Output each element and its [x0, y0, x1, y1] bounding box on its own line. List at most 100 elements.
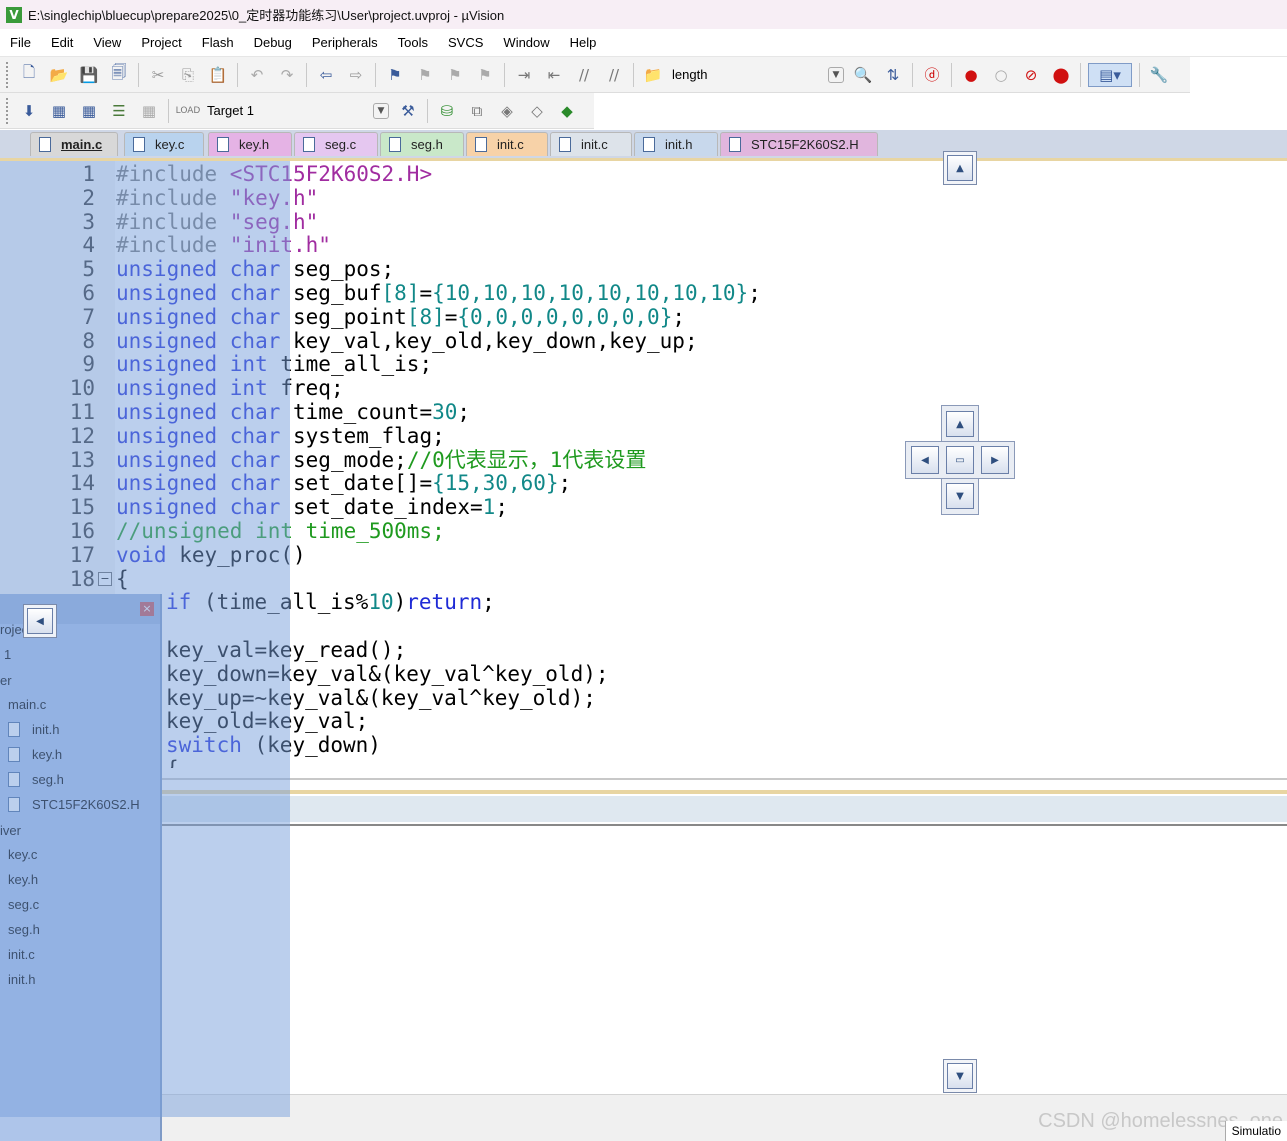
dock-bottom-indicator[interactable]: ▼ — [943, 1059, 977, 1093]
chevron-down-icon[interactable]: ▼ — [828, 66, 844, 83]
stop-build-icon[interactable]: ▦ — [137, 99, 161, 123]
save-icon[interactable]: 💾 — [77, 63, 101, 87]
insert-breakpoint-icon[interactable]: ● — [959, 63, 983, 87]
find-icon[interactable]: 🔍 — [851, 63, 875, 87]
navigate-back-icon[interactable]: ⇦ — [314, 63, 338, 87]
build-icon[interactable]: ▦ — [47, 99, 71, 123]
batch-build-icon[interactable]: ☰ — [107, 99, 131, 123]
select-packs-icon[interactable]: ⧉ — [465, 99, 489, 123]
uvision-app-icon: V — [6, 6, 22, 23]
download-load-icon[interactable]: LOAD — [176, 99, 201, 123]
build-output-area — [160, 828, 1287, 1094]
cut-icon[interactable]: ✂ — [146, 63, 170, 87]
copy-icon[interactable]: ⎘ — [176, 63, 200, 87]
debug-session-icon[interactable]: ⓓ — [920, 63, 944, 87]
editor-tab-bar: main.c key.c key.h seg.c seg.h init.c in… — [0, 130, 1287, 158]
toolbar-separator — [951, 62, 952, 87]
run-time-environment-icon[interactable]: ◆ — [555, 99, 579, 123]
tab-key-h[interactable]: key.h — [208, 132, 292, 156]
menu-window[interactable]: Window — [493, 29, 559, 57]
code-token: set_date_index= — [293, 495, 483, 520]
code-token: seg_point — [293, 304, 407, 329]
code-token: ; — [672, 304, 685, 329]
dock-bottom-icon: ▼ — [947, 1063, 973, 1089]
tab-seg-h[interactable]: seg.h — [380, 132, 464, 156]
find-combo[interactable]: length ▼ — [668, 63, 848, 86]
splitter-bar[interactable] — [160, 796, 1287, 822]
tab-init-c[interactable]: init.c — [466, 132, 548, 156]
prev-bookmark-icon[interactable]: ⚑ — [413, 63, 437, 87]
code-token: return — [406, 590, 483, 615]
code-token: ; — [482, 590, 495, 615]
code-token: ; — [558, 471, 572, 496]
configure-icon[interactable]: 🔧 — [1147, 63, 1171, 87]
redo-icon[interactable]: ↷ — [275, 63, 299, 87]
toolbar-grip[interactable] — [6, 97, 10, 124]
clear-bookmarks-icon[interactable]: ⚑ — [473, 63, 497, 87]
find-in-files-icon[interactable]: 📁 — [641, 63, 665, 87]
code-token: time_count= — [293, 400, 433, 424]
window-layout-icon[interactable]: ▤▾ — [1088, 62, 1132, 87]
unindent-icon[interactable]: ⇤ — [542, 63, 566, 87]
chevron-down-icon[interactable]: ▼ — [373, 102, 389, 119]
dock-center-left-icon[interactable]: ◀ — [911, 446, 939, 474]
tab-key-c[interactable]: key.c — [124, 132, 204, 156]
tab-init-h[interactable]: init.h — [634, 132, 718, 156]
dock-preview-highlight — [0, 161, 290, 1117]
disable-breakpoints-icon[interactable]: ⊘ — [1019, 63, 1043, 87]
dock-center-bottom-icon[interactable]: ▼ — [946, 483, 974, 509]
menu-flash[interactable]: Flash — [192, 29, 244, 57]
dock-top-indicator[interactable]: ▲ — [943, 151, 977, 185]
target-options-icon[interactable]: ⚒ — [396, 99, 420, 123]
dock-left-indicator[interactable]: ◀ — [23, 604, 57, 638]
indent-icon[interactable]: ⇥ — [512, 63, 536, 87]
paste-icon[interactable]: 📋 — [206, 63, 230, 87]
uncomment-icon[interactable]: // — [602, 63, 626, 87]
menu-edit[interactable]: Edit — [41, 29, 83, 57]
navigate-forward-icon[interactable]: ⇨ — [344, 63, 368, 87]
open-file-icon[interactable]: 📂 — [47, 63, 71, 87]
toolbar-separator — [1139, 62, 1140, 87]
bookmark-icon[interactable]: ⚑ — [383, 63, 407, 87]
rebuild-icon[interactable]: ▦ — [77, 99, 101, 123]
target-select[interactable]: Target 1 ▼ — [203, 99, 393, 122]
next-bookmark-icon[interactable]: ⚑ — [443, 63, 467, 87]
menu-debug[interactable]: Debug — [244, 29, 302, 57]
tab-label: main.c — [61, 137, 103, 152]
kill-breakpoints-icon[interactable]: ⬤ — [1049, 63, 1073, 87]
tab-init-c-2[interactable]: init.c — [550, 132, 632, 156]
menu-peripherals[interactable]: Peripherals — [302, 29, 388, 57]
status-simulation: Simulatio — [1224, 1121, 1287, 1141]
menu-file[interactable]: File — [0, 29, 41, 57]
save-all-icon[interactable]: 🗐 — [107, 63, 131, 87]
menu-view[interactable]: View — [83, 29, 131, 57]
window-title: E:\singlechip\bluecup\prepare2025\0_定时器功… — [28, 8, 505, 23]
toolbar-separator — [504, 62, 505, 87]
manage-project-items-icon[interactable]: ⛁ — [435, 99, 459, 123]
enable-breakpoint-icon[interactable]: ○ — [989, 63, 1013, 87]
undo-icon[interactable]: ↶ — [245, 63, 269, 87]
menu-help[interactable]: Help — [560, 29, 607, 57]
tab-label: seg.c — [325, 137, 357, 152]
new-file-icon[interactable]: 🗋 — [17, 63, 41, 87]
menu-svcs[interactable]: SVCS — [438, 29, 493, 57]
code-token: 30 — [432, 400, 458, 424]
menu-tools[interactable]: Tools — [388, 29, 438, 57]
menu-project[interactable]: Project — [131, 29, 191, 57]
dock-center-tab-icon[interactable]: ▭ — [946, 446, 974, 474]
comment-icon[interactable]: // — [572, 63, 596, 87]
file-toolbar: 🗋 📂 💾 🗐 ✂ ⎘ 📋 ↶ ↷ ⇦ ⇨ ⚑ ⚑ ⚑ ⚑ ⇥ ⇤ // // … — [0, 57, 1190, 93]
code-token: ) — [393, 590, 407, 615]
tab-stc15f2k60s2-h[interactable]: STC15F2K60S2.H — [720, 132, 878, 156]
incremental-find-icon[interactable]: ⇅ — [881, 63, 905, 87]
code-token: ; — [495, 495, 508, 520]
dock-center-top-icon[interactable]: ▲ — [946, 411, 974, 437]
manage-rte-icon[interactable]: ◈ — [495, 99, 519, 123]
toolbar-grip[interactable] — [6, 61, 10, 88]
editor-splitter[interactable] — [160, 768, 1287, 828]
translate-icon[interactable]: ⬇ — [17, 99, 41, 123]
tab-seg-c[interactable]: seg.c — [294, 132, 378, 156]
tab-main-c[interactable]: main.c — [30, 132, 118, 156]
pack-installer-icon[interactable]: ◇ — [525, 99, 549, 123]
dock-center-right-icon[interactable]: ▶ — [981, 446, 1009, 474]
